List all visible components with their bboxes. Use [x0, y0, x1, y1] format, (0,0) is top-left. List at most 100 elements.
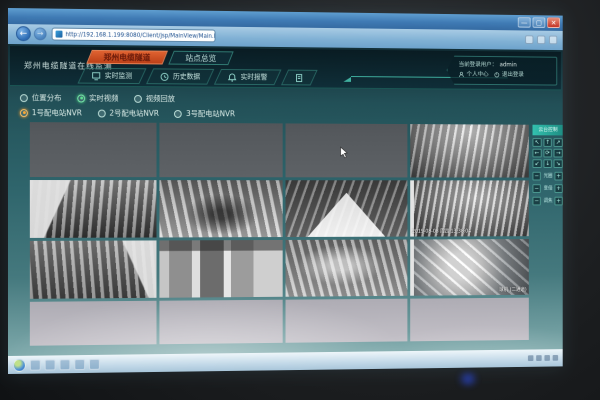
favorites-icon[interactable] [525, 35, 533, 44]
monitor-icon [92, 71, 101, 80]
login-user-label: 当前登录用户： [459, 60, 498, 69]
radio-label: 3号配电站NVR [186, 108, 235, 119]
taskbar-app-icon[interactable] [60, 359, 71, 370]
main-tabs: 郑州电缆隧道 站点总览 [89, 50, 231, 65]
ptz-up-button[interactable]: ↑ [543, 138, 552, 147]
menu-item-history-data[interactable]: 历史数据 [146, 68, 214, 84]
menu-item-realtime-alarm[interactable]: 实时报警 [214, 69, 282, 85]
radio-nvr-2[interactable]: 2号配电站NVR [98, 108, 159, 119]
video-cell-r2c1[interactable] [30, 180, 156, 238]
browser-toolbar-icons [525, 35, 557, 44]
address-bar[interactable]: http://192.168.1.199:8080/Client/jsp/Mai… [52, 28, 216, 43]
ptz-iris-row: − 光圈 + [532, 171, 562, 181]
web-app-page: 郑州电缆隧道在线监测 郑州电缆隧道 站点总览 实时监测 [8, 44, 563, 356]
site-favicon-icon [56, 31, 63, 38]
video-wall-grid: 2019-08-08 周四 13:38:04 球机 (二通道) [30, 122, 529, 346]
radio-label: 位置分布 [32, 92, 62, 103]
radio-nvr-1[interactable]: 1号配电站NVR [20, 107, 82, 118]
camera-channel-label: 球机 (二通道) [499, 286, 527, 293]
ptz-control-panel: 云台控制 ↖ ↑ ↗ ← ⟳ → ↙ ↓ ↘ − 光圈 + [532, 125, 562, 206]
video-cell-r4c3[interactable] [286, 299, 407, 343]
focus-label: 调焦 [543, 197, 552, 204]
ptz-left-button[interactable]: ← [532, 149, 541, 158]
radio-icon [20, 94, 28, 102]
taskbar-app-icon[interactable] [45, 359, 56, 370]
ptz-up-left-button[interactable]: ↖ [532, 138, 541, 147]
desk-light-reflection [455, 372, 481, 386]
ptz-up-right-button[interactable]: ↗ [554, 138, 563, 147]
video-cell-r3c2[interactable] [159, 240, 283, 298]
video-cell-r1c2[interactable] [159, 123, 283, 178]
login-user-line: 当前登录用户： admin [459, 60, 538, 69]
ptz-zoom-row: − 变倍 + [532, 183, 562, 193]
taskbar-app-icon[interactable] [89, 358, 100, 369]
ptz-down-right-button[interactable]: ↘ [554, 159, 563, 168]
tray-icon[interactable] [544, 355, 549, 361]
focus-minus-button[interactable]: − [532, 196, 540, 205]
tools-icon[interactable] [537, 35, 545, 44]
radio-label: 2号配电站NVR [109, 108, 159, 119]
logout-link[interactable]: 退出登录 [502, 70, 524, 78]
profile-link[interactable]: 个人中心 [467, 70, 489, 78]
forward-icon[interactable]: → [34, 27, 47, 40]
tray-icon[interactable] [536, 355, 542, 361]
back-icon[interactable]: ← [16, 26, 31, 41]
video-cell-r1c4[interactable] [410, 124, 529, 177]
video-cell-r3c4[interactable]: 球机 (二通道) [410, 239, 529, 296]
video-cell-r4c4[interactable] [410, 298, 529, 342]
alarm-bell-icon [228, 72, 237, 81]
radio-nvr-3[interactable]: 3号配电站NVR [174, 108, 235, 119]
radio-label: 实时视频 [89, 93, 118, 104]
radio-selected-icon [77, 94, 85, 102]
view-mode-radios: 位置分布 实时视频 视频回放 [20, 92, 175, 104]
video-cell-r1c3[interactable] [286, 123, 407, 177]
maximize-icon[interactable]: ▢ [532, 17, 545, 28]
zoom-minus-button[interactable]: − [532, 184, 540, 193]
taskbar-app-icon[interactable] [30, 359, 41, 370]
video-cell-r2c2[interactable] [159, 180, 283, 237]
video-cell-r2c4[interactable]: 2019-08-08 周四 13:38:04 [410, 180, 529, 236]
user-info-panel: 当前登录用户： admin 个人中心 退出登录 [447, 56, 558, 86]
radio-live-video[interactable]: 实时视频 [77, 93, 118, 104]
radio-icon [98, 109, 106, 117]
iris-plus-button[interactable]: + [554, 171, 562, 180]
video-cell-r2c3[interactable] [286, 180, 407, 237]
camera-timestamp: 2019-08-08 周四 13:38:04 [412, 228, 471, 235]
zoom-plus-button[interactable]: + [554, 184, 562, 193]
history-clock-icon [160, 72, 169, 81]
tray-icon[interactable] [528, 355, 534, 361]
system-tray [528, 355, 558, 361]
monitor-screen: — ▢ ✕ ← → http://192.168.1.199:8080/Clie… [8, 8, 563, 374]
iris-label: 光圈 [543, 172, 552, 179]
video-cell-r3c3[interactable] [286, 240, 407, 297]
iris-minus-button[interactable]: − [532, 171, 540, 180]
ptz-down-button[interactable]: ↓ [543, 159, 552, 168]
video-cell-r4c1[interactable] [30, 301, 156, 346]
menu-item-extra[interactable] [281, 70, 318, 86]
username: admin [500, 62, 517, 69]
video-cell-r4c2[interactable] [159, 300, 283, 345]
settings-icon[interactable] [549, 36, 557, 45]
ptz-right-button[interactable]: → [554, 149, 563, 158]
radio-video-playback[interactable]: 视频回放 [134, 93, 175, 104]
ptz-down-left-button[interactable]: ↙ [532, 159, 541, 168]
menu-item-realtime-monitor[interactable]: 实时监测 [78, 68, 147, 84]
radio-location-distribution[interactable]: 位置分布 [20, 92, 62, 103]
tray-icon[interactable] [553, 355, 558, 361]
taskbar-app-icon[interactable] [74, 359, 85, 370]
menu-label: 实时报警 [241, 72, 268, 82]
video-cell-r3c1[interactable] [30, 240, 156, 298]
start-button-icon[interactable] [13, 358, 26, 371]
radio-label: 视频回放 [146, 93, 175, 104]
video-cell-r1c1[interactable] [30, 122, 156, 177]
photo-background: — ▢ ✕ ← → http://192.168.1.199:8080/Clie… [0, 0, 600, 400]
radio-label: 1号配电站NVR [32, 107, 82, 118]
radio-icon [134, 94, 142, 102]
tab-cable-tunnel[interactable]: 郑州电缆隧道 [86, 50, 168, 65]
close-icon[interactable]: ✕ [547, 17, 560, 28]
ptz-auto-rotate-button[interactable]: ⟳ [543, 149, 552, 158]
focus-plus-button[interactable]: + [554, 196, 562, 205]
url-text: http://192.168.1.199:8080/Client/jsp/Mai… [65, 31, 215, 39]
tab-site-overview[interactable]: 站点总览 [168, 51, 233, 65]
minimize-icon[interactable]: — [518, 17, 531, 28]
